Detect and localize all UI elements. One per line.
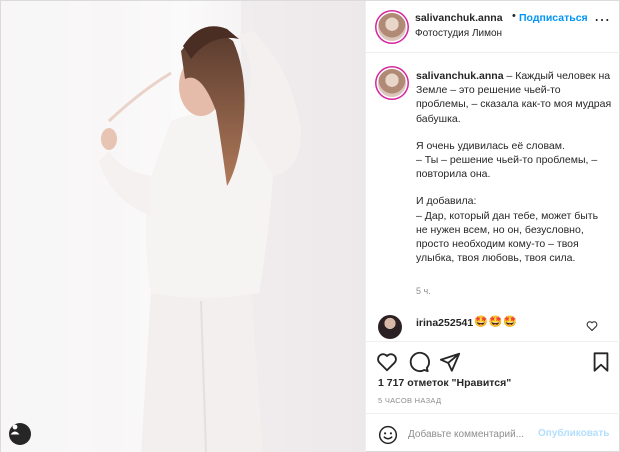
likes-count[interactable]: 1 717 отметок "Нравится" bbox=[378, 377, 511, 389]
bookmark-icon[interactable] bbox=[590, 351, 612, 373]
post-header: salivanchuk.anna • Подписаться Фотостуди… bbox=[366, 1, 620, 53]
post-photo[interactable] bbox=[1, 1, 365, 452]
comment-row: irina252541 🤩🤩🤩 bbox=[366, 307, 620, 341]
caption-paragraph-3: И добавила: – Дар, который дан тебе, мож… bbox=[416, 195, 599, 265]
comment-like-heart-icon[interactable] bbox=[586, 320, 598, 332]
commenter-avatar[interactable] bbox=[378, 315, 402, 339]
comment-icon[interactable] bbox=[408, 351, 430, 373]
caption-text: salivanchuk.anna – Каждый человек на Зем… bbox=[416, 69, 612, 278]
instagram-post: salivanchuk.anna • Подписаться Фотостуди… bbox=[0, 0, 620, 452]
caption-username[interactable]: salivanchuk.anna bbox=[416, 70, 504, 82]
caption-timestamp[interactable]: 5 ч. bbox=[416, 286, 431, 296]
user-tag-icon[interactable] bbox=[9, 423, 31, 445]
share-icon[interactable] bbox=[439, 351, 461, 373]
author-avatar[interactable] bbox=[378, 13, 406, 41]
comment-input[interactable] bbox=[408, 425, 538, 443]
add-comment-bar: Опубликовать bbox=[366, 413, 620, 452]
publish-button[interactable]: Опубликовать bbox=[538, 428, 609, 439]
caption-paragraph-1: salivanchuk.anna – Каждый человек на Зем… bbox=[416, 70, 611, 125]
more-horizontal-icon[interactable]: ⋯ bbox=[594, 10, 610, 30]
caption-paragraph-2: Я очень удивилась её словам. – Ты – реше… bbox=[416, 139, 598, 181]
location-link[interactable]: Фотостудия Лимон bbox=[415, 28, 502, 39]
heart-icon[interactable] bbox=[376, 351, 398, 373]
emoji-icon[interactable] bbox=[378, 425, 398, 445]
follow-button[interactable]: Подписаться bbox=[519, 12, 588, 24]
comment-text: 🤩🤩🤩 bbox=[474, 316, 519, 328]
caption-author-avatar[interactable] bbox=[378, 69, 406, 97]
action-bar bbox=[366, 341, 620, 379]
commenter-username[interactable]: irina252541 bbox=[416, 317, 473, 329]
photo-illustration bbox=[1, 1, 365, 452]
post-time-ago[interactable]: 5 часов назад bbox=[378, 396, 441, 405]
person-glyph bbox=[10, 424, 20, 435]
post-sidebar: salivanchuk.anna • Подписаться Фотостуди… bbox=[365, 1, 620, 452]
caption-section: salivanchuk.anna – Каждый человек на Зем… bbox=[366, 53, 620, 307]
author-username[interactable]: salivanchuk.anna bbox=[415, 12, 503, 24]
separator-dot: • bbox=[512, 10, 516, 22]
